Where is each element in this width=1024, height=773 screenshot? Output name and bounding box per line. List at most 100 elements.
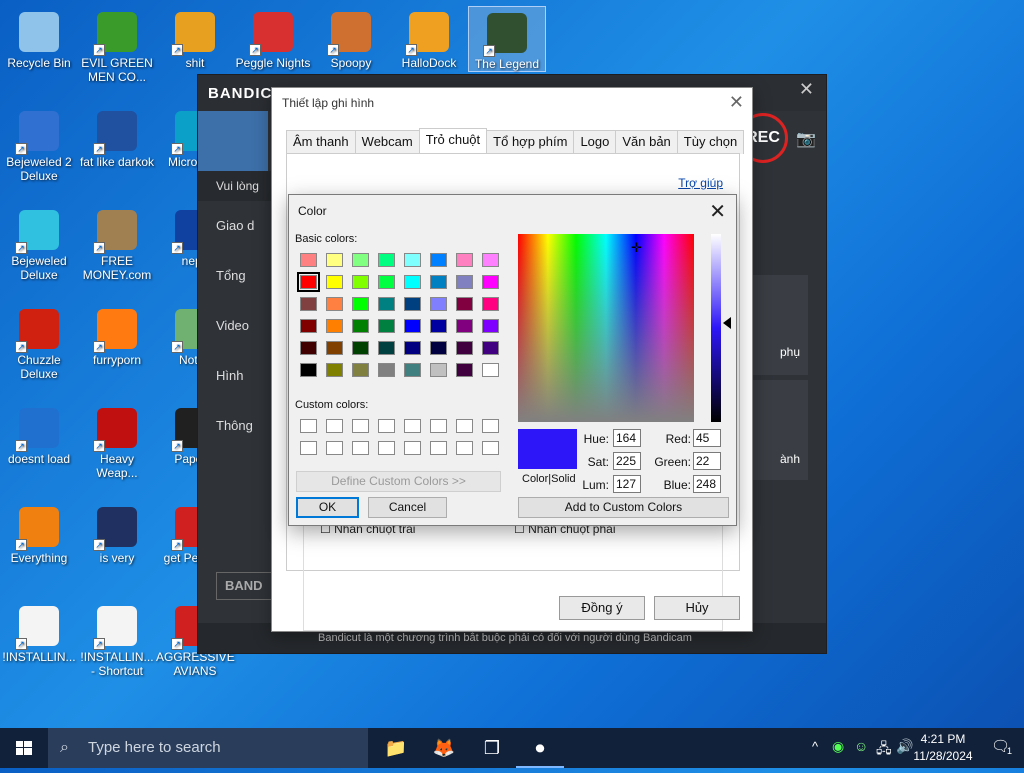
desktop-icon[interactable]: ↗ fat like darkok: [78, 105, 156, 169]
basic-color-swatch[interactable]: [456, 363, 473, 377]
desktop-icon[interactable]: ↗ is very: [78, 501, 156, 565]
help-link[interactable]: Trợ giúp: [678, 176, 723, 190]
desktop-icon[interactable]: ↗ doesnt load: [0, 402, 78, 466]
basic-color-swatch[interactable]: [456, 275, 473, 289]
custom-color-swatch[interactable]: [352, 441, 369, 455]
basic-color-swatch[interactable]: [404, 297, 421, 311]
lum-field[interactable]: 127: [613, 475, 641, 493]
close-icon[interactable]: ✕: [729, 92, 744, 113]
tray-app-icon[interactable]: ◉: [832, 738, 844, 755]
tab-5[interactable]: Văn bản: [615, 130, 678, 154]
desktop-icon[interactable]: ↗ Bejeweled Deluxe: [0, 204, 78, 282]
basic-color-swatch[interactable]: [430, 341, 447, 355]
task-view-icon[interactable]: ❐: [468, 728, 516, 768]
custom-color-swatch[interactable]: [326, 441, 343, 455]
basic-color-swatch[interactable]: [326, 297, 343, 311]
sat-field[interactable]: 225: [613, 452, 641, 470]
red-field[interactable]: 45: [693, 429, 721, 447]
tab-4[interactable]: Logo: [573, 130, 617, 154]
basic-color-swatch[interactable]: [326, 275, 343, 289]
network-icon[interactable]: 🖧: [876, 738, 892, 762]
desktop-icon[interactable]: ↗ shit: [156, 6, 234, 70]
basic-color-swatch[interactable]: [404, 341, 421, 355]
desktop-icon[interactable]: ↗ Heavy Weap...: [78, 402, 156, 480]
sidebar-item-info[interactable]: Thông: [198, 401, 278, 451]
basic-color-swatch[interactable]: [482, 341, 499, 355]
firefox-icon[interactable]: 🦊: [420, 728, 468, 768]
add-to-custom-colors-button[interactable]: Add to Custom Colors: [518, 497, 729, 518]
custom-color-swatch[interactable]: [482, 419, 499, 433]
desktop-icon[interactable]: ↗ Chuzzle Deluxe: [0, 303, 78, 381]
basic-color-swatch[interactable]: [482, 275, 499, 289]
luminance-slider[interactable]: [711, 234, 721, 422]
basic-color-swatch[interactable]: [300, 297, 317, 311]
user-icon[interactable]: ☺: [854, 738, 868, 754]
basic-color-swatch[interactable]: [482, 319, 499, 333]
sidebar-item-general[interactable]: Tổng: [198, 251, 278, 301]
custom-color-swatch[interactable]: [378, 441, 395, 455]
tab-2[interactable]: Trỏ chuột: [418, 128, 488, 152]
basic-color-swatch[interactable]: [378, 275, 395, 289]
basic-color-swatch[interactable]: [352, 297, 369, 311]
custom-color-swatch[interactable]: [456, 419, 473, 433]
close-icon[interactable]: ✕: [799, 79, 814, 100]
screen-mode-button[interactable]: [198, 111, 268, 171]
camera-icon[interactable]: 📷: [796, 129, 816, 149]
basic-color-swatch[interactable]: [378, 319, 395, 333]
custom-color-swatch[interactable]: [352, 419, 369, 433]
basic-color-swatch[interactable]: [352, 253, 369, 267]
custom-color-swatch[interactable]: [300, 419, 317, 433]
chevron-up-icon[interactable]: ^: [812, 739, 818, 754]
desktop-icon[interactable]: ↗ !INSTALLIN... - Shortcut: [78, 600, 156, 678]
sidebar-item-0[interactable]: Vui lòng: [198, 171, 278, 201]
sidebar-item-home[interactable]: Giao d: [198, 201, 278, 251]
custom-color-swatch[interactable]: [378, 419, 395, 433]
desktop-icon[interactable]: Recycle Bin: [0, 6, 78, 70]
basic-color-swatch[interactable]: [378, 253, 395, 267]
basic-color-swatch[interactable]: [326, 341, 343, 355]
basic-color-swatch[interactable]: [378, 363, 395, 377]
basic-color-swatch[interactable]: [297, 272, 320, 292]
sidebar-item-image[interactable]: Hình: [198, 351, 278, 401]
desktop-icon[interactable]: ↗ furryporn: [78, 303, 156, 367]
custom-color-swatch[interactable]: [300, 441, 317, 455]
basic-color-swatch[interactable]: [326, 319, 343, 333]
basic-color-swatch[interactable]: [352, 275, 369, 289]
desktop-icon[interactable]: ↗ Everything: [0, 501, 78, 565]
desktop-icon[interactable]: ↗ The Legend: [468, 6, 546, 72]
desktop-icon[interactable]: ↗ FREE MONEY.com: [78, 204, 156, 282]
basic-color-swatch[interactable]: [404, 275, 421, 289]
basic-color-swatch[interactable]: [482, 297, 499, 311]
basic-color-swatch[interactable]: [326, 363, 343, 377]
basic-color-swatch[interactable]: [404, 319, 421, 333]
custom-color-swatch[interactable]: [430, 441, 447, 455]
file-explorer-icon[interactable]: 📁: [372, 728, 420, 768]
basic-color-swatch[interactable]: [300, 341, 317, 355]
cancel-button[interactable]: Hủy: [654, 596, 740, 620]
start-button[interactable]: [0, 728, 48, 768]
basic-color-swatch[interactable]: [352, 363, 369, 377]
color-ok-button[interactable]: OK: [296, 497, 359, 518]
basic-color-swatch[interactable]: [430, 253, 447, 267]
basic-color-swatch[interactable]: [482, 363, 499, 377]
ok-button[interactable]: Đồng ý: [559, 596, 645, 620]
define-custom-colors-button[interactable]: Define Custom Colors >>: [296, 471, 501, 492]
basic-color-swatch[interactable]: [404, 363, 421, 377]
custom-color-swatch[interactable]: [482, 441, 499, 455]
custom-color-swatch[interactable]: [430, 419, 447, 433]
color-cancel-button[interactable]: Cancel: [368, 497, 447, 518]
basic-color-swatch[interactable]: [456, 253, 473, 267]
basic-color-swatch[interactable]: [352, 341, 369, 355]
desktop-icon[interactable]: ↗ !INSTALLIN...: [0, 600, 78, 664]
desktop-icon[interactable]: ↗ HalloDock: [390, 6, 468, 70]
basic-color-swatch[interactable]: [300, 363, 317, 377]
hue-field[interactable]: 164: [613, 429, 641, 447]
basic-color-swatch[interactable]: [300, 253, 317, 267]
bandicut-box[interactable]: BAND: [216, 572, 276, 600]
clock[interactable]: 4:21 PM 11/28/2024: [908, 731, 978, 765]
basic-color-swatch[interactable]: [378, 297, 395, 311]
basic-color-swatch[interactable]: [456, 319, 473, 333]
desktop-icon[interactable]: ↗ Peggle Nights: [234, 6, 312, 70]
desktop-icon[interactable]: ↗ Bejeweled 2 Deluxe: [0, 105, 78, 183]
basic-color-swatch[interactable]: [456, 297, 473, 311]
